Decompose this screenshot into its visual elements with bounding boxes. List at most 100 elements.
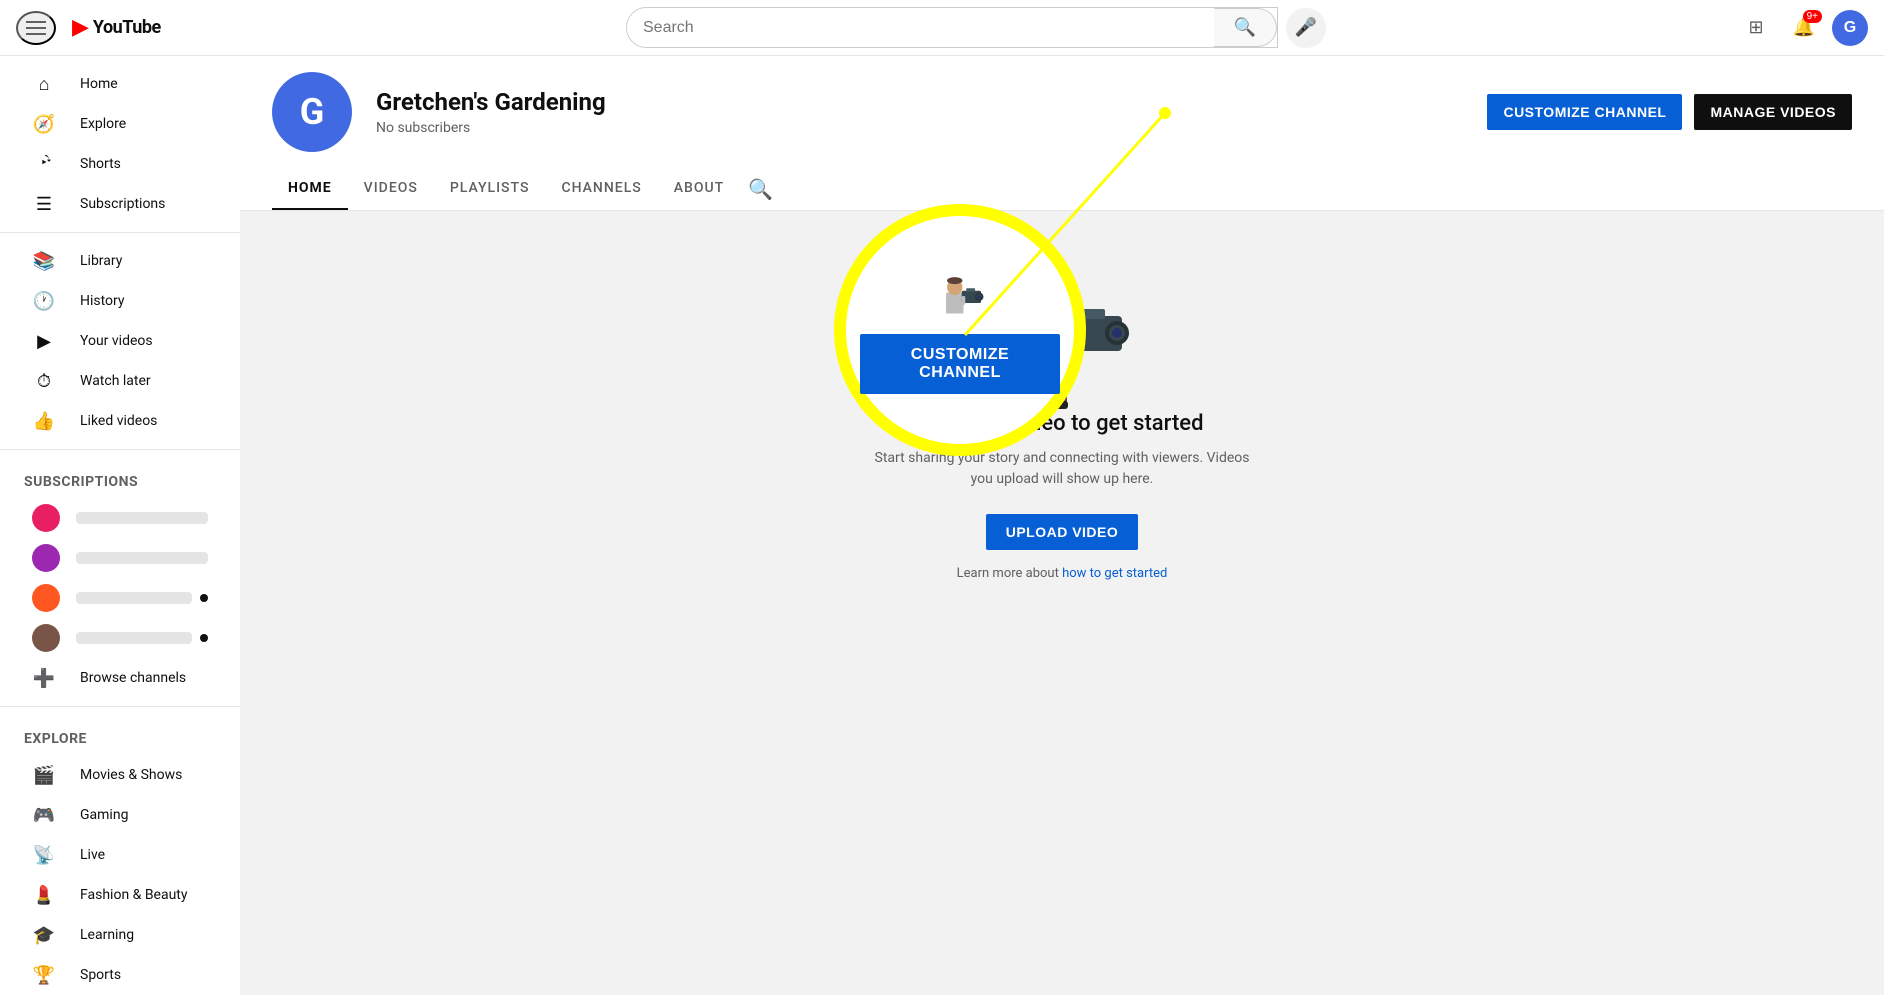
sidebar-label-watch-later: Watch later [80,373,151,389]
mic-icon: 🎤 [1295,17,1317,38]
sidebar-item-gaming[interactable]: 🎮 Gaming [8,795,232,835]
sidebar-item-liked-videos[interactable]: 👍 Liked videos [8,401,232,441]
channel-header: G Gretchen's Gardening No subscribers CU… [240,56,1884,211]
channel-details: Gretchen's Gardening No subscribers [376,88,1463,136]
youtube-logo-text: YouTube [93,17,161,38]
sidebar-label-fashion-beauty: Fashion & Beauty [80,887,188,903]
sidebar-item-watch-later[interactable]: ⏱ Watch later [8,361,232,401]
notification-button[interactable]: 🔔 9+ [1784,8,1824,48]
sub-name-1 [76,512,208,524]
sidebar-item-fashion-beauty[interactable]: 💄 Fashion & Beauty [8,875,232,915]
manage-videos-button[interactable]: MANAGE VIDEOS [1694,94,1852,130]
search-bar: 🔍 [626,7,1278,48]
sub-name-placeholder-3 [76,592,192,604]
nav-left: ▶ YouTube [16,11,216,45]
sidebar-item-your-videos[interactable]: ▶ Your videos [8,321,232,361]
subscriptions-icon: ☰ [32,194,56,215]
top-navigation: ▶ YouTube 🔍 🎤 ⊞ 🔔 9+ G [0,0,1884,56]
sidebar-label-shorts: Shorts [80,156,121,172]
sidebar-label-your-videos: Your videos [80,333,153,349]
channel-name: Gretchen's Gardening [376,88,1463,116]
subscription-item-4[interactable] [8,618,232,658]
sub-name-placeholder-4 [76,632,192,644]
subscription-item-1[interactable] [8,498,232,538]
sidebar-label-gaming: Gaming [80,807,128,823]
sidebar-label-movies-shows: Movies & Shows [80,767,182,783]
upload-title: Upload a video to get started [921,411,1204,436]
nav-center: 🔍 🎤 [626,7,1326,48]
youtube-logo[interactable]: ▶ YouTube [72,15,161,40]
sidebar-item-home[interactable]: ⌂ Home [8,64,232,104]
fashion-beauty-icon: 💄 [32,885,56,906]
sidebar-item-explore[interactable]: 🧭 Explore [8,104,232,144]
sidebar-item-movies-shows[interactable]: 🎬 Movies & Shows [8,755,232,795]
sidebar-item-sports[interactable]: 🏆 Sports [8,955,232,995]
cast-button[interactable]: ⊞ [1736,8,1776,48]
search-button[interactable]: 🔍 [1214,8,1277,47]
subscriptions-title: SUBSCRIPTIONS [0,458,240,498]
sub-avatar-4 [32,624,60,652]
gaming-icon: 🎮 [32,805,56,826]
sidebar-item-learning[interactable]: 🎓 Learning [8,915,232,955]
subscription-item-3[interactable] [8,578,232,618]
subscription-item-2[interactable] [8,538,232,578]
explore-title: EXPLORE [0,715,240,755]
tab-playlists[interactable]: PLAYLISTS [434,168,546,210]
liked-videos-icon: 👍 [32,411,56,432]
search-icon: 🔍 [1234,17,1256,37]
channel-content: Upload a video to get started Start shar… [240,211,1884,621]
sidebar-item-browse-channels[interactable]: ➕ Browse channels [8,658,232,698]
sidebar-label-history: History [80,293,125,309]
avatar-letter: G [1844,19,1856,37]
upload-video-button[interactable]: UPLOAD VIDEO [986,514,1139,550]
sidebar-main-section: ⌂ Home 🧭 Explore Shorts ☰ Subscriptions [0,56,240,233]
sub-info-4 [76,632,208,644]
how-to-get-started-link[interactable]: how to get started [1062,566,1167,581]
sub-avatar-3 [32,584,60,612]
sub-avatar-2 [32,544,60,572]
sidebar-explore-section: EXPLORE 🎬 Movies & Shows 🎮 Gaming 📡 Live… [0,707,240,995]
learning-icon: 🎓 [32,925,56,946]
channel-subscribers: No subscribers [376,120,1463,136]
movies-shows-icon: 🎬 [32,765,56,786]
live-icon: 📡 [32,845,56,866]
sidebar-item-live[interactable]: 📡 Live [8,835,232,875]
cast-icon: ⊞ [1748,17,1763,38]
sidebar-item-history[interactable]: 🕐 History [8,281,232,321]
channel-info: G Gretchen's Gardening No subscribers CU… [272,72,1852,168]
home-icon: ⌂ [32,74,56,95]
mic-button[interactable]: 🎤 [1286,8,1326,48]
tab-about[interactable]: ABOUT [658,168,740,210]
youtube-logo-icon: ▶ [72,15,89,40]
tab-channels[interactable]: CHANNELS [545,168,657,210]
channel-avatar-letter: G [300,91,325,133]
nav-right: ⊞ 🔔 9+ G [1736,8,1868,48]
sidebar-label-explore: Explore [80,116,126,132]
customize-channel-button[interactable]: CUSTOMIZE CHANNEL [1487,94,1682,130]
history-icon: 🕐 [32,291,56,312]
sidebar-subscriptions-section: SUBSCRIPTIONS ➕ Browse channels [0,450,240,707]
hamburger-button[interactable] [16,11,56,45]
sub-info-3 [76,592,208,604]
sidebar-label-live: Live [80,847,105,863]
tab-videos[interactable]: VIDEOS [348,168,434,210]
shorts-icon [32,152,56,177]
your-videos-icon: ▶ [32,331,56,352]
channel-avatar: G [272,72,352,152]
sidebar-item-subscriptions[interactable]: ☰ Subscriptions [8,184,232,224]
watch-later-icon: ⏱ [32,371,56,392]
sub-dot-4 [200,634,208,642]
channel-search-icon[interactable]: 🔍 [748,177,773,201]
sidebar-label-liked-videos: Liked videos [80,413,157,429]
sub-avatar-1 [32,504,60,532]
search-input[interactable] [627,8,1214,47]
sidebar-label-browse-channels: Browse channels [80,670,186,686]
channel-actions: CUSTOMIZE CHANNEL MANAGE VIDEOS [1487,94,1852,130]
tab-home[interactable]: HOME [272,168,348,210]
sub-dot-3 [200,594,208,602]
sidebar-item-shorts[interactable]: Shorts [8,144,232,184]
explore-icon: 🧭 [32,114,56,135]
user-avatar-button[interactable]: G [1832,10,1868,46]
sidebar-item-library[interactable]: 📚 Library [8,241,232,281]
upload-subtitle: Start sharing your story and connecting … [862,448,1262,490]
